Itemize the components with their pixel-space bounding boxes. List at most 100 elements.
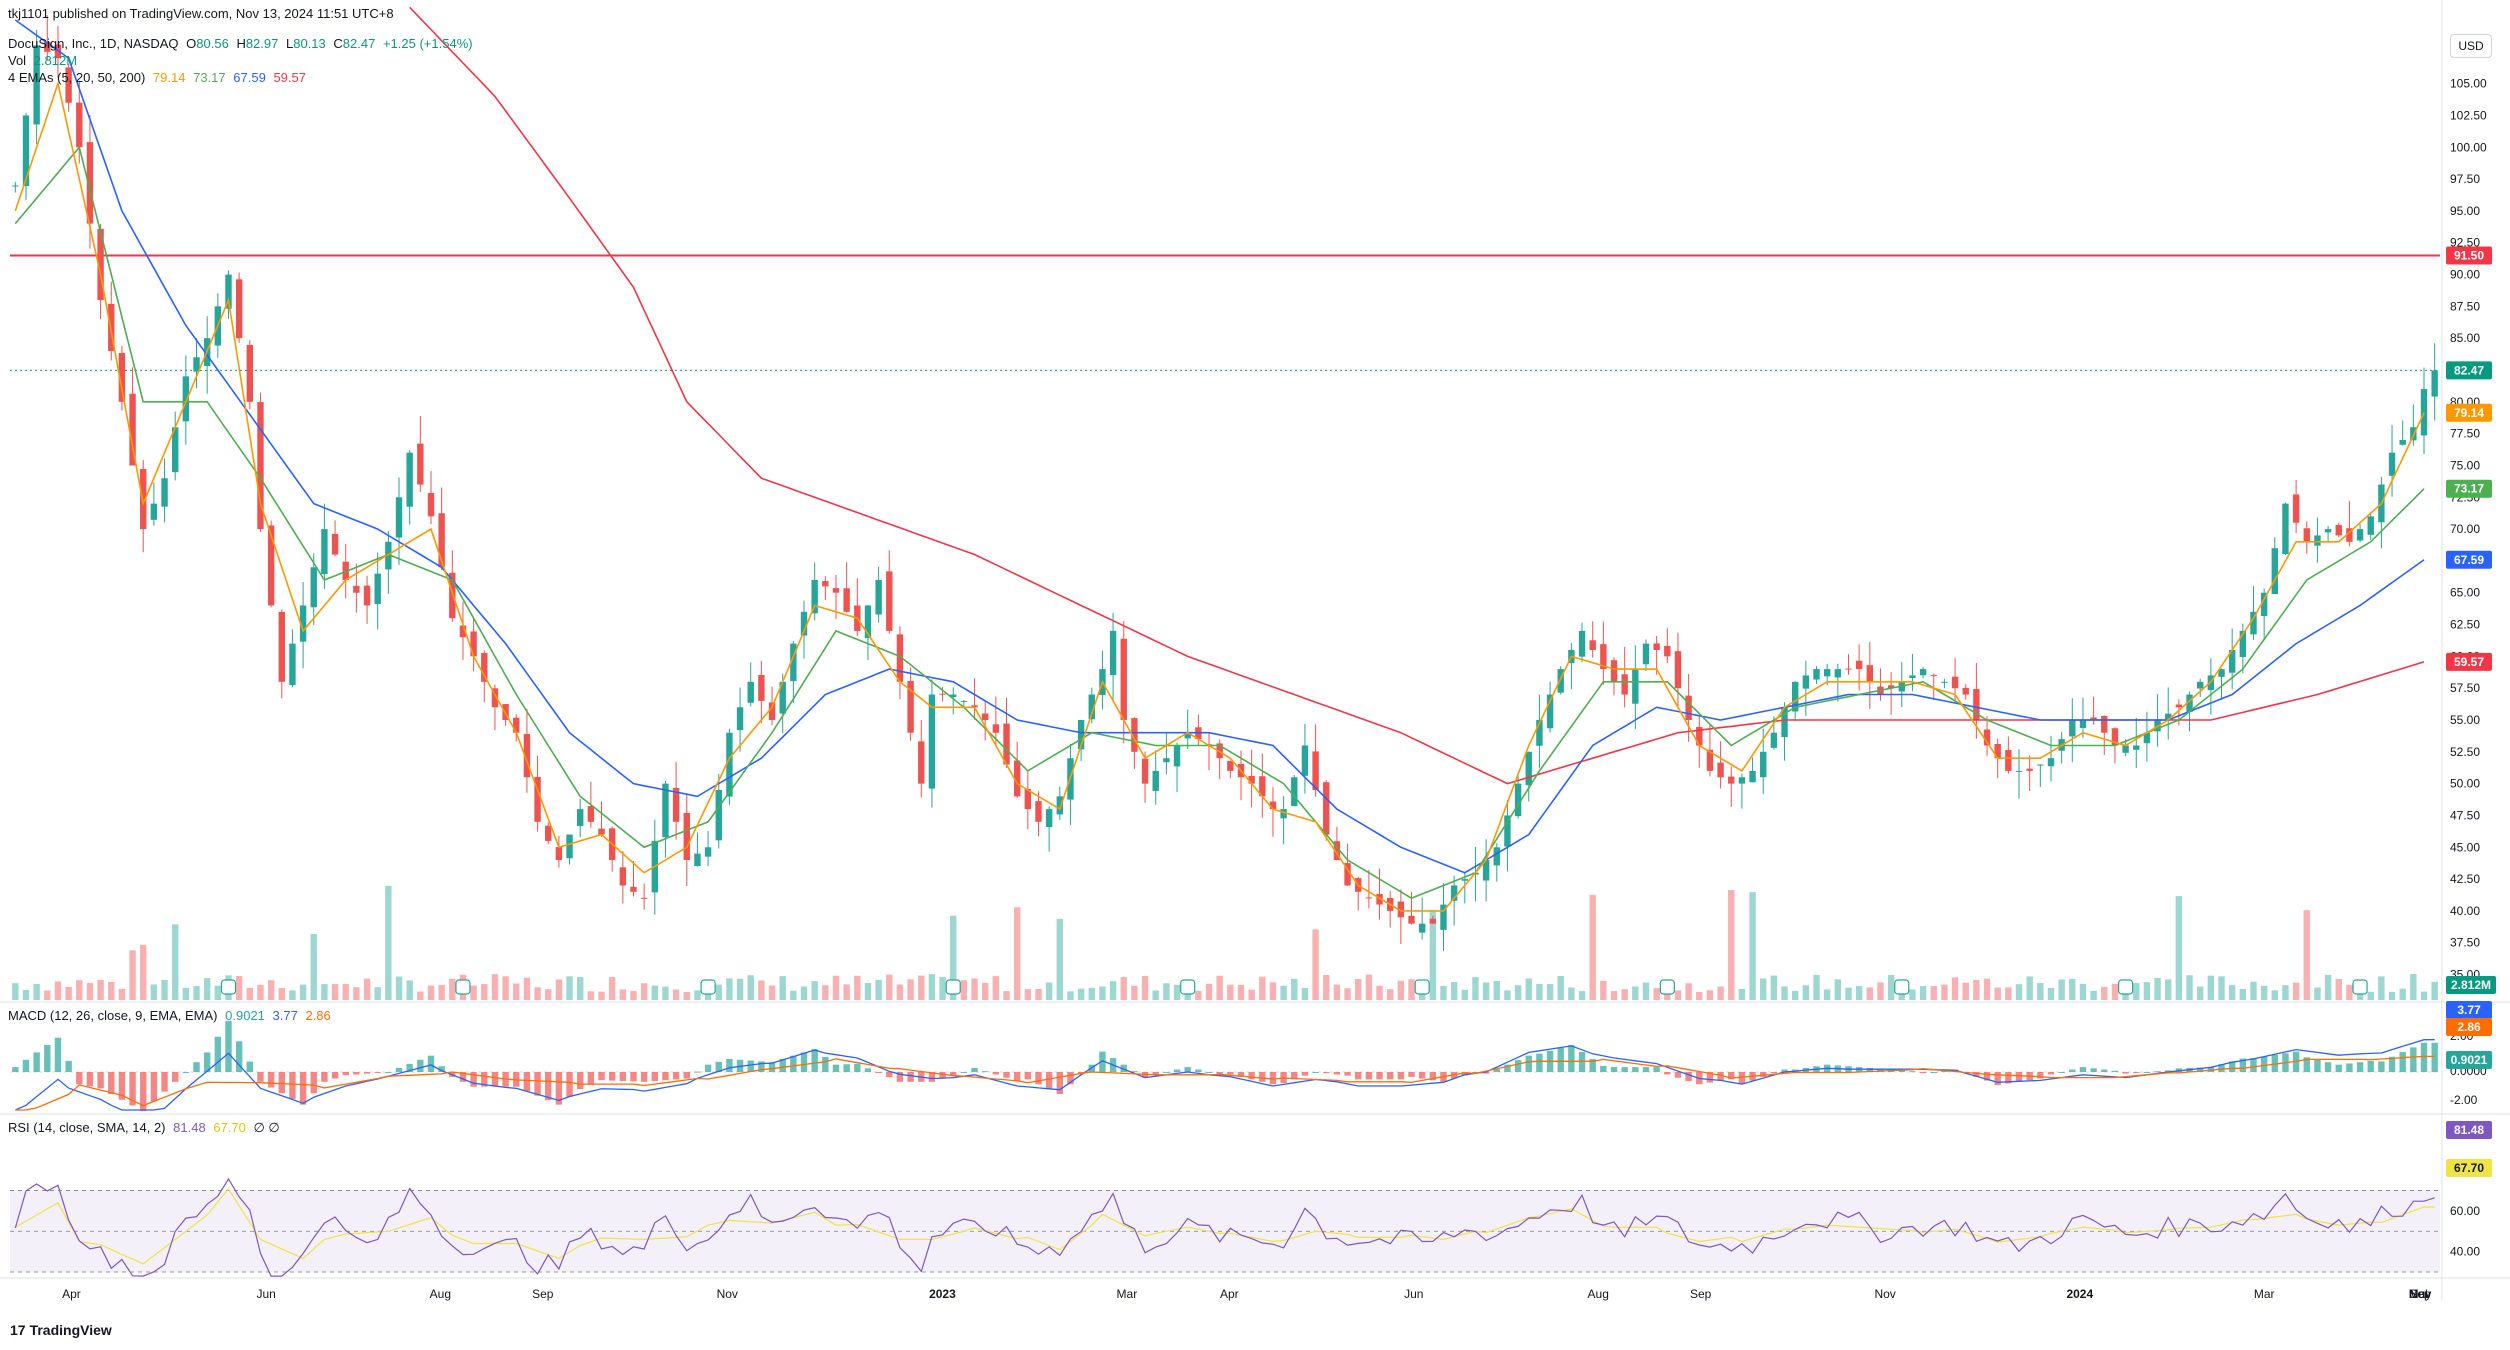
volume-bar: [353, 987, 360, 1000]
time-axis-label: Sep: [1690, 1287, 1712, 1301]
published-line: tkj1101 published on TradingView.com, No…: [8, 6, 394, 21]
candle-body: [1653, 643, 1660, 650]
candle-body: [246, 344, 253, 402]
candle-body: [1632, 669, 1639, 704]
macd-histogram-bar: [427, 1055, 435, 1072]
volume-bar: [1770, 975, 1778, 1000]
rsi-tag-label: 81.48: [2454, 1123, 2484, 1137]
earnings-marker-icon: [1414, 979, 1430, 995]
volume-bar: [864, 983, 872, 1000]
volume-bar: [1951, 977, 1959, 1000]
volume-bar: [608, 977, 616, 1000]
candle-body: [182, 376, 190, 422]
candle-body: [2324, 529, 2332, 533]
volume-bar: [545, 989, 552, 1000]
macd-histogram-bar: [2101, 1069, 2108, 1072]
macd-histogram-bar: [2346, 1063, 2353, 1072]
volume-bar: [1557, 976, 1564, 1000]
candle-body: [1589, 640, 1596, 650]
candle-body: [2026, 768, 2033, 771]
macd-histogram-bar: [587, 1072, 595, 1085]
volume-bar: [928, 974, 936, 1000]
macd-histogram-bar: [374, 1072, 381, 1073]
ema20-value: 73.17: [193, 70, 226, 85]
volume-bar: [1855, 986, 1863, 1000]
candle-body: [1738, 777, 1746, 784]
chart-canvas[interactable]: 107.50105.00102.50100.0097.5095.0092.509…: [0, 0, 2510, 1350]
volume-bar: [1909, 989, 1916, 1000]
volume-bar: [1887, 975, 1895, 1000]
macd-histogram-bar: [2047, 1072, 2055, 1075]
volume-bar: [1408, 979, 1415, 1000]
macd-histogram-bar: [523, 1072, 531, 1092]
price-tick-label: 105.00: [2450, 77, 2487, 91]
macd-histogram-bar: [1387, 1072, 1394, 1080]
macd-histogram-bar: [363, 1072, 371, 1074]
volume-bar: [555, 979, 563, 1000]
macd-histogram-bar: [172, 1072, 179, 1082]
rsi-tick-label: 40.00: [2450, 1245, 2480, 1259]
candle-body: [992, 724, 1000, 733]
volume-bar: [1930, 986, 1937, 1000]
volume-bar: [1749, 892, 1756, 1000]
volume-bar: [267, 980, 275, 1000]
volume-bar: [1472, 977, 1479, 1000]
macd-histogram-bar: [598, 1072, 605, 1081]
candle-body: [1866, 665, 1873, 682]
volume-bar: [342, 983, 349, 1000]
volume-bar: [896, 984, 904, 1000]
candle-body: [406, 452, 413, 507]
earnings-marker-icon: [2352, 979, 2368, 995]
macd-histogram-bar: [1163, 1072, 1170, 1073]
candle-body: [1578, 630, 1586, 657]
volume-bar: [747, 975, 754, 1000]
symbol-header: DocuSign, Inc., 1D, NASDAQ O80.56 H82.97…: [8, 36, 473, 51]
macd-histogram-bar: [1919, 1072, 1927, 1074]
volume-bar: [1610, 991, 1618, 1000]
volume-bar: [1035, 988, 1042, 1000]
volume-bar: [97, 979, 104, 1000]
candle-body: [22, 115, 30, 186]
volume-bar: [822, 985, 829, 1000]
currency-button[interactable]: USD: [2450, 34, 2492, 58]
volume-bar: [2175, 896, 2183, 1000]
volume-bar: [2111, 983, 2119, 1000]
volume-bar: [736, 978, 744, 1000]
candle-body: [683, 812, 690, 860]
volume-bar: [1941, 984, 1948, 1000]
volume-bar: [2058, 979, 2065, 1000]
macd-line-value: 3.77: [272, 1008, 298, 1023]
volume-bar: [385, 885, 392, 1000]
macd-tag-label: 0.9021: [2451, 1053, 2488, 1067]
volume-bar: [2410, 974, 2417, 1000]
macd-histogram-bar: [619, 1072, 627, 1081]
macd-histogram-bar: [2260, 1056, 2268, 1072]
candle-body: [310, 567, 317, 608]
macd-histogram-bar: [1173, 1069, 1181, 1072]
macd-histogram-bar: [417, 1059, 424, 1072]
rsi-header: RSI (14, close, SMA, 14, 2) 81.48 67.70 …: [8, 1120, 280, 1136]
macd-histogram-bar: [2356, 1062, 2364, 1072]
volume-bar: [1877, 982, 1884, 1000]
volume-bar: [1802, 985, 1810, 1000]
volume-bar: [1120, 977, 1127, 1000]
volume-bar: [1717, 986, 1724, 1000]
volume-bar: [619, 989, 627, 1000]
macd-histogram-bar: [2420, 1042, 2428, 1072]
volume-bar: [1546, 984, 1554, 1000]
volume-bar: [2250, 981, 2257, 1000]
macd-histogram-bar: [97, 1072, 104, 1089]
volume-bar: [1205, 983, 1213, 1000]
candle-body: [2431, 370, 2438, 397]
macd-histogram-bar: [12, 1067, 19, 1072]
macd-histogram-bar: [182, 1072, 190, 1073]
candle-body: [1461, 879, 1468, 881]
volume-bar: [150, 984, 158, 1000]
candle-body: [1173, 745, 1181, 767]
volume-bar: [1099, 986, 1106, 1000]
volume-bar: [2314, 987, 2321, 1000]
macd-histogram-bar: [1738, 1072, 1746, 1085]
macd-histogram-bar: [2143, 1072, 2151, 1073]
volume-bar: [790, 990, 797, 1000]
macd-histogram-bar: [54, 1037, 62, 1072]
